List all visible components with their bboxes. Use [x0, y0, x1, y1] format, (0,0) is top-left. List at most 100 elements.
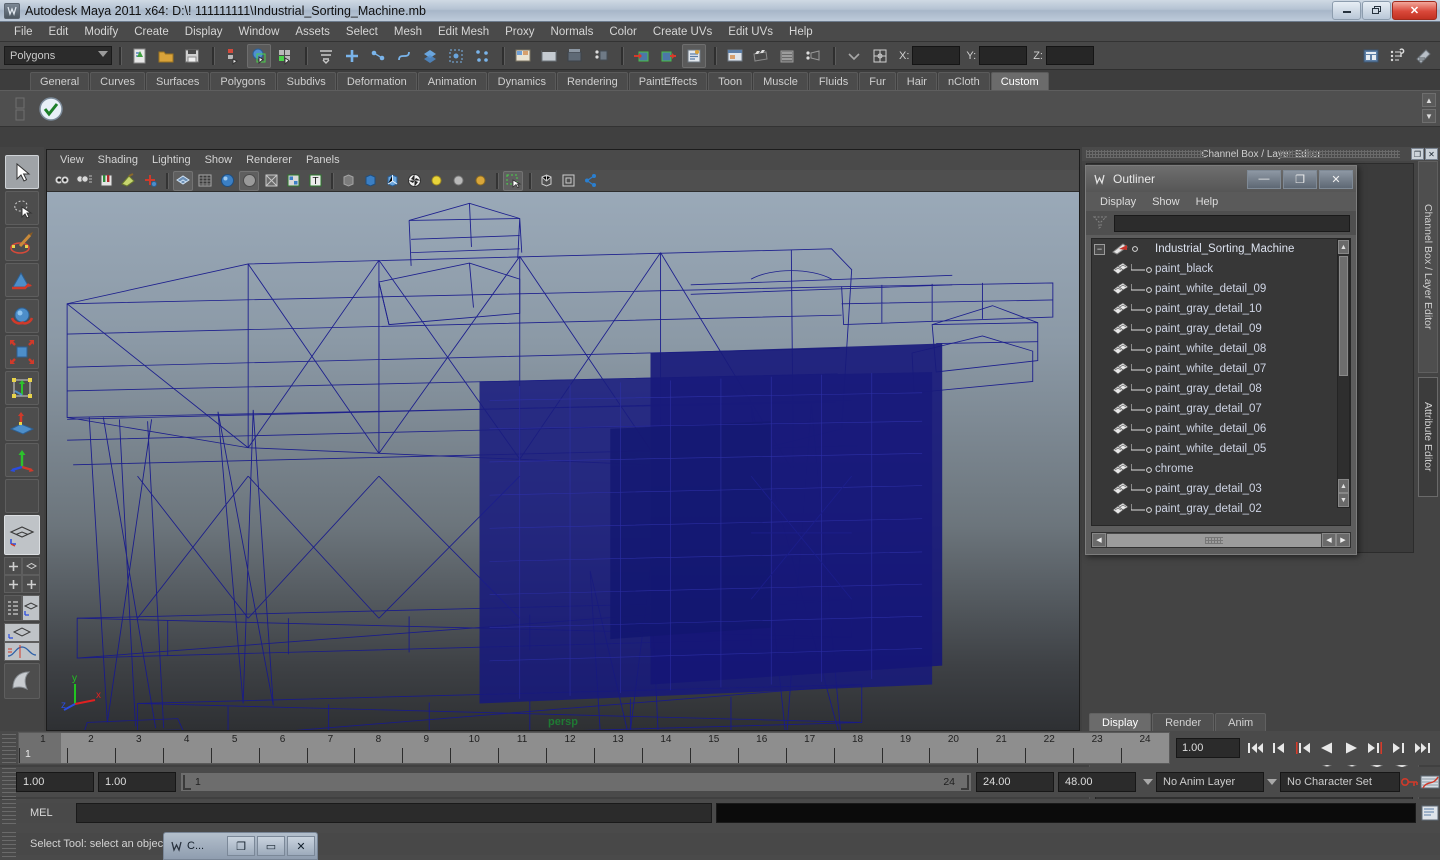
minimized-window-maximize-button[interactable]: ▭	[257, 836, 285, 856]
maximize-restore-button[interactable]	[1362, 0, 1391, 20]
outliner-layout-button[interactable]	[4, 595, 22, 621]
layer-tab-render[interactable]: Render	[1152, 713, 1215, 731]
paint-select-tool[interactable]	[5, 227, 39, 261]
outliner-item-label[interactable]: paint_gray_detail_10	[1155, 303, 1262, 315]
channel-box-toggle-button[interactable]	[682, 43, 706, 68]
select-by-component-type-button[interactable]	[273, 44, 297, 68]
smooth-shade-icon[interactable]	[217, 171, 237, 191]
shaded-grid-icon[interactable]	[195, 171, 215, 191]
menu-proxy[interactable]: Proxy	[497, 24, 542, 40]
outliner-item-label[interactable]: paint_white_detail_09	[1155, 283, 1266, 295]
outliner-row[interactable]: paint_gray_detail_10	[1092, 299, 1350, 319]
snap-to-projected-center-button[interactable]	[444, 44, 468, 68]
persp-graph-layout-button[interactable]	[4, 623, 40, 642]
play-backwards-button[interactable]	[1316, 737, 1338, 759]
outliner-title-bar[interactable]: Outliner — ❐ ✕	[1086, 166, 1356, 192]
single-perspective-view-layout[interactable]	[4, 515, 40, 555]
camera-attributes-icon[interactable]	[74, 171, 94, 191]
outliner-item-label[interactable]: paint_gray_detail_07	[1155, 403, 1262, 415]
script-editor-icon[interactable]	[1420, 803, 1440, 823]
wireframe-on-shaded-icon[interactable]	[261, 171, 281, 191]
select-tool[interactable]	[5, 155, 39, 189]
scroll-thumb[interactable]	[1339, 256, 1348, 376]
new-scene-button[interactable]	[128, 44, 152, 68]
outliner-item-label[interactable]: paint_gray_detail_03	[1155, 483, 1262, 495]
time-slider-track[interactable]: 1 1 2 3 4 5 6 7 8 9 10 11 12 13 14 15 16 17 18 19 20 21 22 23 2…	[18, 732, 1170, 764]
range-right-handle[interactable]	[961, 775, 969, 790]
menu-edit-uvs[interactable]: Edit UVs	[720, 24, 781, 40]
viewport-menu-lighting[interactable]: Lighting	[145, 152, 198, 168]
render-settings-button[interactable]	[563, 44, 587, 68]
anim-layer-select[interactable]: No Anim Layer	[1156, 772, 1264, 792]
shelf-tab-muscle[interactable]: Muscle	[753, 72, 808, 90]
shelf-scroll-up-icon[interactable]: ▲	[1422, 93, 1436, 107]
frame-all-icon[interactable]	[558, 171, 578, 191]
dock-restore-button[interactable]: ❐	[1411, 148, 1424, 160]
outliner-item-label[interactable]: paint_white_detail_05	[1155, 443, 1266, 455]
flat-shade-icon[interactable]	[239, 170, 259, 191]
anim-layer-dropdown-arrow[interactable]	[1140, 772, 1156, 792]
outliner-row[interactable]: paint_black	[1092, 259, 1350, 279]
close-button[interactable]: ✕	[1392, 0, 1437, 20]
snap-to-point-button[interactable]	[392, 44, 416, 68]
scroll-down-step-icon[interactable]: ▼	[1338, 493, 1349, 507]
scroll-track[interactable]	[1107, 533, 1321, 547]
menu-edit-mesh[interactable]: Edit Mesh	[430, 24, 497, 40]
outliner-maximize-button[interactable]: ❐	[1283, 169, 1317, 189]
high-quality-render-icon[interactable]	[404, 171, 424, 191]
outliner-item-label[interactable]: paint_black	[1155, 263, 1213, 275]
shaded-cube-icon[interactable]	[360, 171, 380, 191]
menu-normals[interactable]: Normals	[543, 24, 602, 40]
minimized-window-close-button[interactable]: ✕	[287, 836, 315, 856]
outliner-row[interactable]: paint_gray_detail_02	[1092, 499, 1350, 519]
viewport-menu-show[interactable]: Show	[198, 152, 240, 168]
outliner-menu-show[interactable]: Show	[1144, 195, 1188, 209]
scroll-left-icon[interactable]: ◀	[1092, 533, 1106, 547]
current-time-field[interactable]: 1.00	[1176, 738, 1240, 758]
construction-history-button[interactable]	[470, 44, 494, 68]
scale-tool[interactable]	[5, 335, 39, 369]
step-back-frame-button[interactable]	[1292, 737, 1314, 759]
time-slider-grip[interactable]	[2, 733, 16, 763]
range-left-handle[interactable]	[183, 775, 191, 790]
persp-view-layout-button[interactable]	[22, 557, 40, 575]
shelf-tab-surfaces[interactable]: Surfaces	[145, 72, 210, 90]
snap-to-curve-button[interactable]	[366, 44, 390, 68]
show-manipulator-tool[interactable]	[5, 443, 39, 477]
xray-mode-icon[interactable]	[338, 171, 358, 191]
outliner-item-label[interactable]: paint_white_detail_07	[1155, 363, 1266, 375]
character-set-dropdown-arrow[interactable]	[1264, 772, 1280, 792]
menu-modify[interactable]: Modify	[76, 24, 126, 40]
minimized-window-restore-button[interactable]: ❐	[227, 836, 255, 856]
outliner-item-label[interactable]: paint_white_detail_08	[1155, 343, 1266, 355]
select-isolate-cube-icon[interactable]	[536, 171, 556, 191]
shelf-tab-toon[interactable]: Toon	[708, 72, 753, 90]
move-tool[interactable]	[5, 263, 39, 297]
shelf-tab-general[interactable]: General	[30, 72, 90, 90]
outliner-row[interactable]: paint_white_detail_08	[1092, 339, 1350, 359]
layer-tab-anim[interactable]: Anim	[1215, 713, 1267, 731]
outliner-close-button[interactable]: ✕	[1319, 169, 1353, 189]
scroll-left-step-icon[interactable]: ◀	[1322, 533, 1336, 547]
outliner-item-label[interactable]: paint_gray_detail_09	[1155, 323, 1262, 335]
add-key-icon[interactable]	[140, 171, 160, 191]
viewport-menu-shading[interactable]: Shading	[91, 152, 145, 168]
dock-close-button[interactable]: ✕	[1425, 148, 1438, 160]
shelf-tab-polygons[interactable]: Polygons	[210, 72, 276, 90]
use-default-light-icon[interactable]	[426, 171, 446, 191]
go-to-start-button[interactable]	[1244, 737, 1266, 759]
outliner-row-root[interactable]: − Industrial_Sorting_Machine	[1092, 239, 1350, 259]
range-start-field[interactable]: 1.00	[16, 772, 94, 792]
outliner-row[interactable]: paint_white_detail_06	[1092, 419, 1350, 439]
show-hide-channel-box-button[interactable]	[1359, 44, 1383, 68]
shelf-tab-curves[interactable]: Curves	[90, 72, 145, 90]
menu-display[interactable]: Display	[177, 24, 231, 40]
rotate-tool[interactable]	[5, 299, 39, 333]
save-scene-button[interactable]	[180, 44, 204, 68]
expand-collapse-icon[interactable]: −	[1094, 243, 1105, 255]
outliner-row[interactable]: paint_gray_detail_03	[1092, 479, 1350, 499]
play-forwards-button[interactable]	[1340, 737, 1362, 759]
menu-edit[interactable]: Edit	[41, 24, 77, 40]
shelf-grip[interactable]	[14, 96, 26, 122]
outliner-search-input[interactable]	[1114, 214, 1350, 232]
